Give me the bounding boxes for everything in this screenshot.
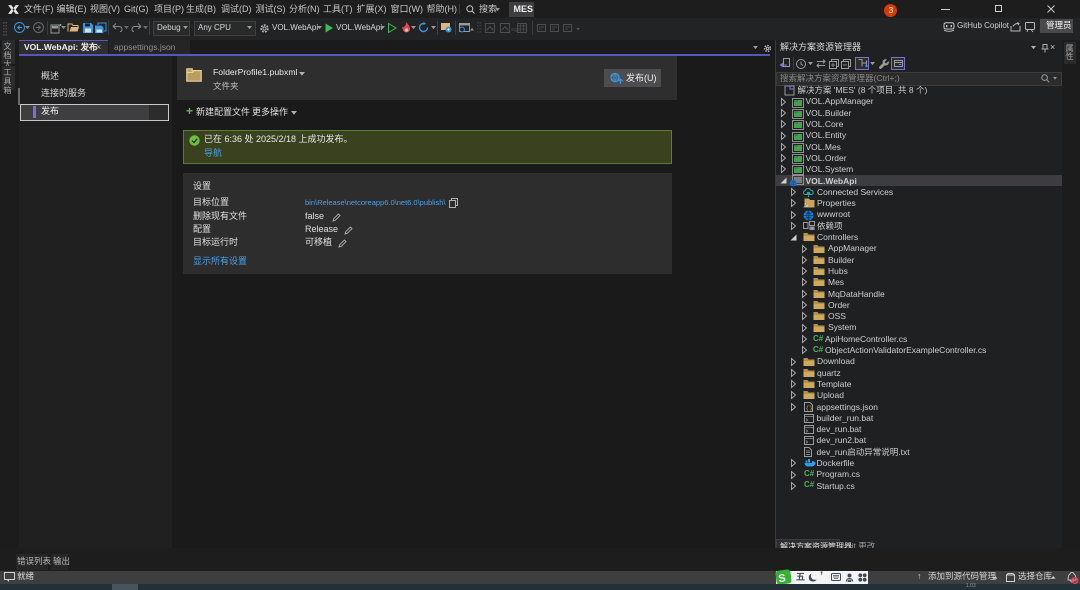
svg-text:{}: {} xyxy=(806,405,813,412)
